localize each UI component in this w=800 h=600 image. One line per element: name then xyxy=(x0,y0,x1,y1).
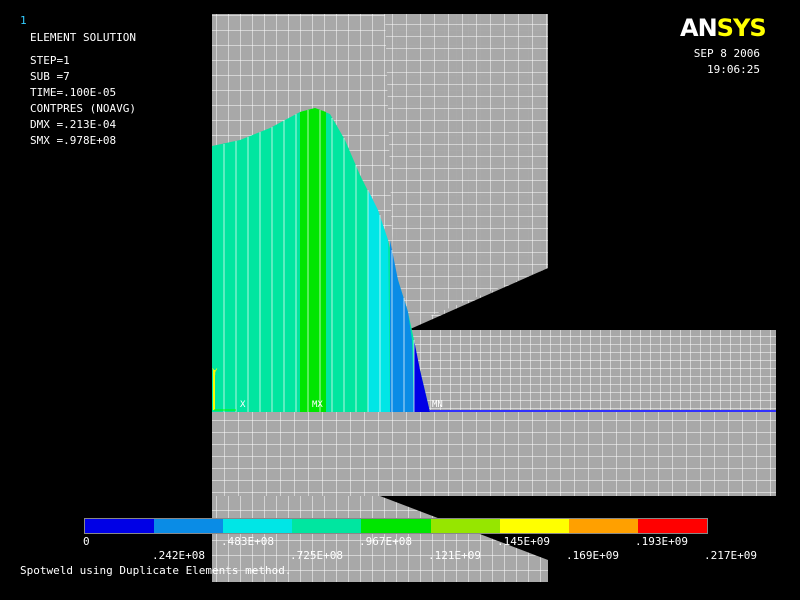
legend-swatch xyxy=(430,519,500,533)
legend-swatch xyxy=(568,519,638,533)
legend-tick-bottom-4: .217E+09 xyxy=(704,549,757,562)
info-sub: SUB =7 xyxy=(30,70,70,83)
legend-tick-bottom-2: .121E+09 xyxy=(428,549,481,562)
contour-region-green xyxy=(300,108,326,412)
legend-swatch xyxy=(85,519,155,533)
marker-y: Y xyxy=(212,368,218,378)
plot-caption: Spotweld using Duplicate Elements method… xyxy=(20,564,292,577)
info-smx: SMX =.978E+08 xyxy=(30,134,117,147)
marker-mx: MX xyxy=(312,400,323,410)
legend-tick-top-1: .483E+08 xyxy=(221,535,274,548)
legend-swatch xyxy=(361,519,431,533)
legend-swatch xyxy=(499,519,569,533)
legend-tick-bottom-1: .725E+08 xyxy=(290,549,343,562)
time-text: 19:06:25 xyxy=(707,63,760,76)
lower-plate-mesh-bottom xyxy=(212,412,776,496)
model-viewport[interactable] xyxy=(0,0,800,600)
legend-tick-top-4: .193E+09 xyxy=(635,535,688,548)
contour-legend xyxy=(84,518,708,534)
legend-swatch xyxy=(154,519,224,533)
info-contpres: CONTPRES (NOAVG) xyxy=(30,102,136,115)
legend-tick-bottom-0: .242E+08 xyxy=(152,549,205,562)
legend-swatch xyxy=(223,519,293,533)
legend-swatch xyxy=(292,519,362,533)
legend-tick-top-3: .145E+09 xyxy=(497,535,550,548)
legend-tick-top-0: 0 xyxy=(83,535,90,548)
info-title: ELEMENT SOLUTION xyxy=(30,31,136,44)
legend-tick-bottom-3: .169E+09 xyxy=(566,549,619,562)
marker-x: X xyxy=(240,400,246,410)
timestamp: SEP 8 2006 19:06:25 xyxy=(694,46,760,78)
date-text: SEP 8 2006 xyxy=(693,47,760,60)
marker-mn: MN xyxy=(432,400,443,410)
info-step: STEP=1 xyxy=(30,54,70,67)
window-number: 1 xyxy=(20,14,27,27)
info-dmx: DMX =.213E-04 xyxy=(30,118,117,131)
legend-swatch xyxy=(637,519,707,533)
legend-tick-top-2: .967E+08 xyxy=(359,535,412,548)
ansys-logo: ANSYS xyxy=(680,14,767,42)
info-time: TIME=.100E-05 xyxy=(30,86,117,99)
